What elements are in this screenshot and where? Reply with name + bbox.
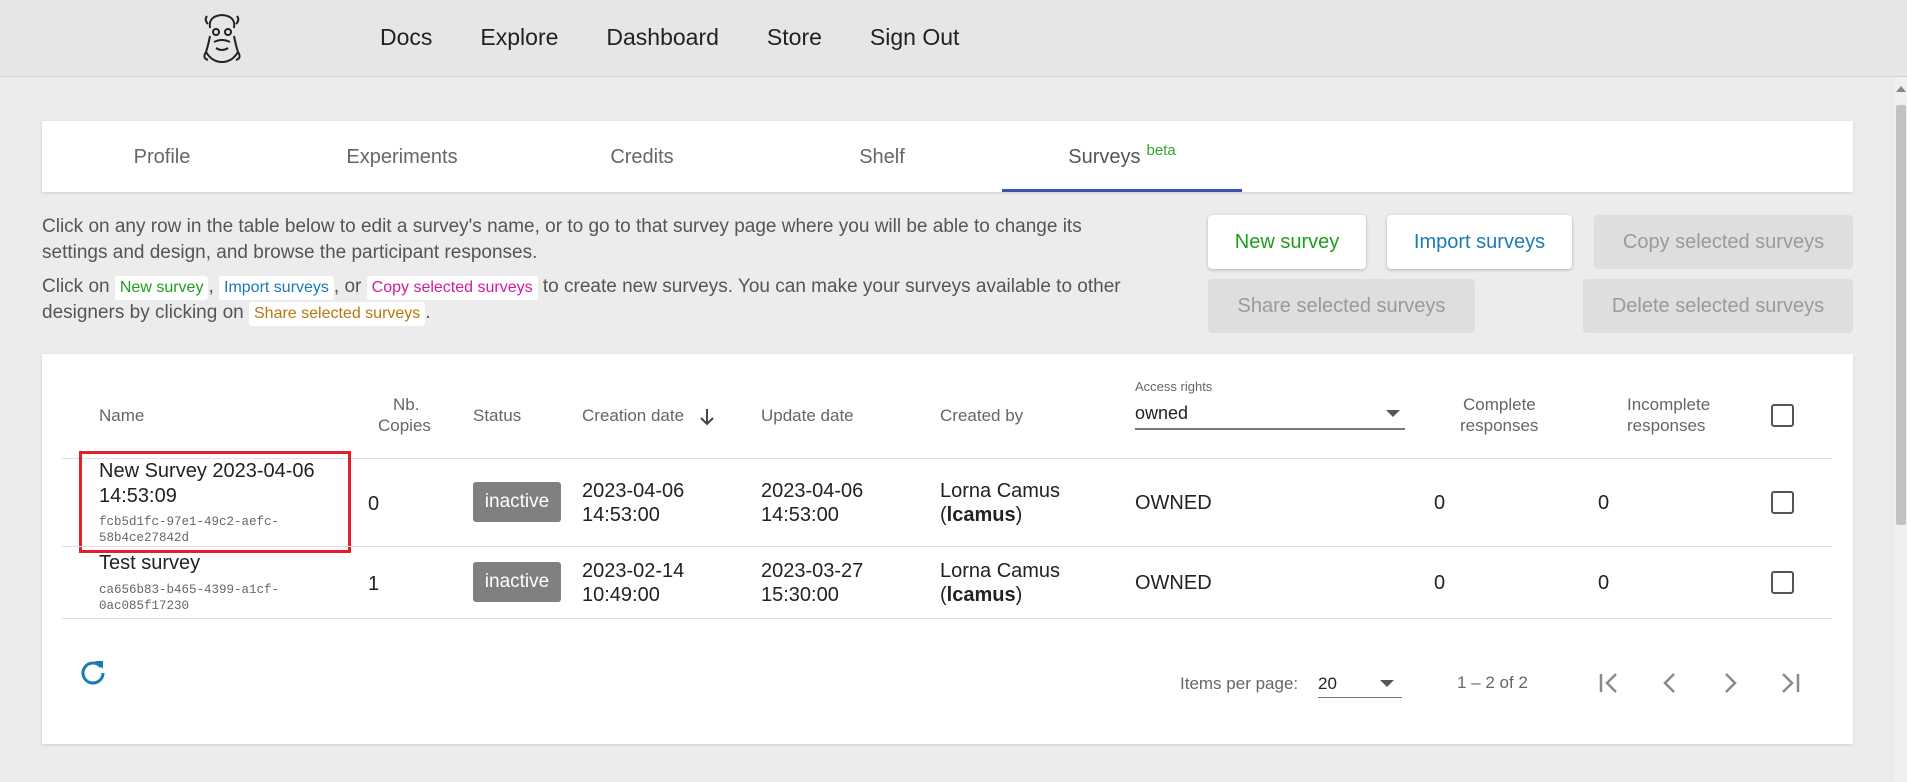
description-text: , or [333,276,362,297]
update-date: 2023-04-06 [761,480,864,502]
chip-new-survey: New survey [114,276,209,300]
copies-count: 1 [368,573,380,595]
access-rights: OWNED [1135,572,1212,594]
chevron-down-icon[interactable] [1380,680,1394,687]
update-time: 14:53:00 [761,504,839,526]
creation-time: 10:49:00 [582,584,660,606]
tab-profile[interactable]: Profile [42,121,282,192]
last-page-icon[interactable] [1775,668,1805,698]
author-name: Lorna Camus [940,480,1061,502]
items-per-page-underline [1318,697,1402,698]
incomplete-responses: 0 [1598,492,1610,514]
complete-responses: 0 [1434,492,1446,514]
nav-explore[interactable]: Explore [480,24,558,51]
incomplete-responses: 0 [1598,572,1610,594]
header-copies-1[interactable]: Nb. [393,395,419,415]
survey-id: 0ac085f17230 [99,599,190,613]
items-per-page-select[interactable]: 20 [1318,672,1337,696]
row-checkbox[interactable] [1771,571,1794,594]
creation-time: 14:53:00 [582,504,660,526]
status-badge: inactive [473,482,561,522]
new-survey-button[interactable]: New survey [1208,215,1366,269]
tab-experiments[interactable]: Experiments [282,121,522,192]
select-all-checkbox[interactable] [1771,404,1794,427]
copy-selected-button[interactable]: Copy selected surveys [1594,215,1853,269]
copies-count: 0 [368,493,380,515]
header-status[interactable]: Status [473,406,521,426]
update-date: 2023-03-27 [761,560,864,582]
bearded-face-logo[interactable] [198,10,246,66]
tab-label: Shelf [859,146,905,168]
beta-badge: beta [1146,142,1176,159]
delete-selected-button[interactable]: Delete selected surveys [1583,279,1853,333]
access-rights: OWNED [1135,492,1212,514]
description-line-1: Click on any row in the table below to e… [42,216,1082,263]
account-tabs: Profile Experiments Credits Shelf Survey… [42,121,1853,192]
surveys-description: Click on any row in the table below to e… [42,214,1142,334]
access-rights-underline [1135,428,1405,430]
row-divider [62,618,1832,619]
selection-highlight [79,451,351,553]
nav-store[interactable]: Store [767,24,822,51]
survey-id: ca656b83-b465-4399-a1cf- [99,583,280,597]
access-rights-select[interactable]: owned [1135,403,1188,424]
chip-share-selected: Share selected surveys [249,302,426,326]
first-page-icon[interactable] [1594,668,1624,698]
share-selected-button[interactable]: Share selected surveys [1208,279,1475,333]
tab-label: Profile [133,146,191,168]
next-page-icon[interactable] [1715,668,1745,698]
tab-shelf[interactable]: Shelf [762,121,1002,192]
header-complete-2[interactable]: responses [1460,416,1538,436]
tab-surveys[interactable]: Surveys beta [1002,121,1242,192]
tab-label: Experiments [346,146,458,168]
author-handle: lcamus [946,584,1016,606]
access-rights-label: Access rights [1135,379,1213,394]
row-divider [62,546,1832,547]
header-incomplete-1[interactable]: Incomplete [1627,395,1710,415]
header-created-by[interactable]: Created by [940,406,1023,426]
creation-date: 2023-02-14 [582,560,685,582]
page-range: 1 – 2 of 2 [1457,673,1528,692]
nav-sign-out[interactable]: Sign Out [870,24,960,51]
description-line-2: Click on New survey, Import surveys, or … [42,274,1142,326]
top-navbar: Docs Explore Dashboard Store Sign Out [0,0,1907,77]
chevron-down-icon[interactable] [1386,410,1400,417]
tab-label: Credits [610,146,674,168]
header-complete-1[interactable]: Complete [1463,395,1536,415]
header-incomplete-2[interactable]: responses [1627,416,1705,436]
header-copies-2[interactable]: Copies [378,416,431,436]
description-text: . [425,302,431,323]
author-handle-wrap: (lcamus) [940,504,1023,526]
main-nav: Docs Explore Dashboard Store Sign Out [380,24,1007,51]
nav-docs[interactable]: Docs [380,24,432,51]
scroll-up-arrow[interactable] [1896,86,1906,92]
author-handle-wrap: (lcamus) [940,584,1023,606]
status-badge: inactive [473,562,561,602]
chip-import-surveys: Import surveys [219,276,334,300]
creation-date: 2023-04-06 [582,480,685,502]
update-time: 15:30:00 [761,584,839,606]
tab-label: Surveys [1068,146,1141,168]
description-text: , [208,276,214,297]
items-per-page-label: Items per page: [1180,674,1299,693]
refresh-icon[interactable] [79,659,107,687]
tab-credits[interactable]: Credits [522,121,762,192]
import-surveys-button[interactable]: Import surveys [1387,215,1572,269]
header-creation-date[interactable]: Creation date [582,406,684,426]
sort-arrow-down-icon[interactable] [698,407,716,427]
description-text: Click on [42,276,110,297]
chip-copy-selected: Copy selected surveys [366,276,538,300]
scrollbar-thumb[interactable] [1896,105,1906,525]
author-name: Lorna Camus [940,560,1061,582]
complete-responses: 0 [1434,572,1446,594]
header-name[interactable]: Name [99,406,144,426]
row-checkbox[interactable] [1771,491,1794,514]
survey-name[interactable]: Test survey [99,551,200,575]
author-handle: lcamus [946,504,1016,526]
header-update-date[interactable]: Update date [761,406,854,426]
previous-page-icon[interactable] [1655,668,1685,698]
nav-dashboard[interactable]: Dashboard [606,24,719,51]
